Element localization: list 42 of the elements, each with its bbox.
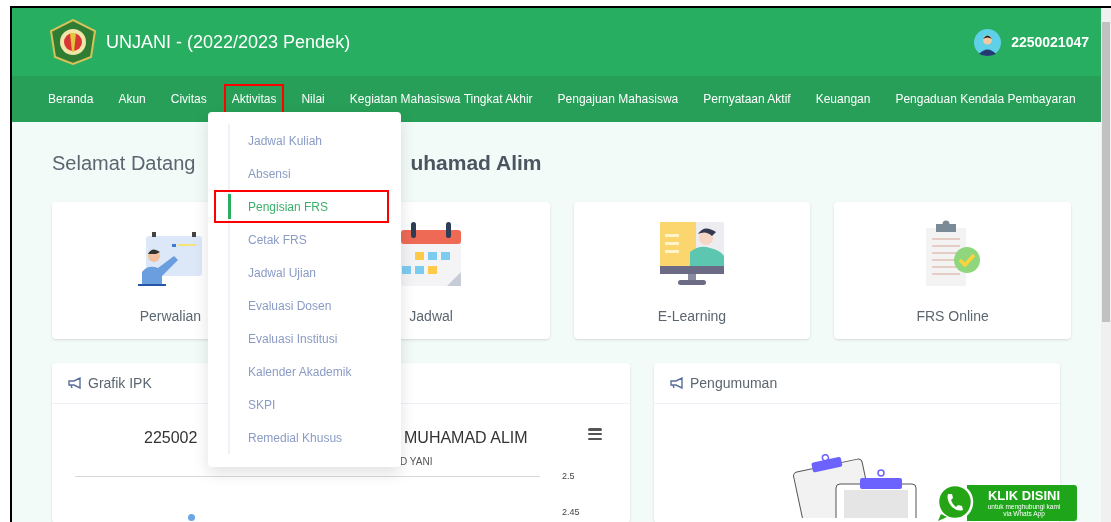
panel-title: Pengumuman (690, 373, 778, 393)
dropdown-item[interactable]: Absensi (208, 157, 401, 190)
clipboard-check-icon (925, 220, 980, 286)
user-avatar-icon[interactable] (974, 28, 1002, 56)
panel-title: Grafik IPK (88, 373, 152, 393)
megaphone-icon (670, 377, 684, 389)
nav-link[interactable]: Pengajuan Mahasiswa (549, 84, 687, 114)
teacher-whiteboard-icon (138, 232, 203, 286)
nav-link[interactable]: Beranda (40, 84, 102, 114)
menu-card[interactable]: FRS Online (834, 202, 1071, 339)
dropdown-item[interactable]: Jadwal Kuliah (208, 124, 401, 157)
university-emblem (48, 19, 98, 65)
card-label: E-Learning (657, 307, 727, 326)
phone-chat-icon[interactable] (935, 484, 975, 522)
nav-link[interactable]: Civitas (162, 84, 215, 114)
menu-card[interactable]: E-Learning (573, 202, 811, 339)
computer-lesson-icon (659, 222, 724, 286)
user-id[interactable]: 2250021047 (1011, 31, 1089, 53)
dropdown-item[interactable]: SKPI (208, 388, 401, 421)
axis-tick-label: 2.45 (562, 506, 580, 519)
megaphone-icon (68, 377, 82, 389)
nav-link[interactable]: Keuangan (807, 84, 879, 114)
dropdown-item[interactable]: Kalender Akademik (208, 355, 401, 388)
nav-link[interactable]: Pernyataan Aktif (695, 84, 799, 114)
chart-subtitle: D YANI (400, 455, 433, 469)
welcome-heading: uhamad Alim (410, 150, 542, 177)
chart-title: MUHAMAD ALIM (404, 428, 528, 448)
nav-link[interactable]: Kegiatan Mahasiswa Tingkat Akhir (341, 84, 541, 114)
nav-link[interactable]: Akun (110, 84, 154, 114)
card-label: Jadwal (409, 307, 453, 326)
menu-icon[interactable] (588, 428, 602, 440)
dropdown-item[interactable]: Remedial Khusus (208, 421, 401, 454)
nav-link[interactable]: Nilai (293, 84, 333, 114)
card-label: FRS Online (916, 307, 989, 326)
nav-link[interactable]: Pengaduan Kendala Pembayaran (887, 84, 1084, 114)
scrollbar[interactable] (1101, 8, 1111, 522)
card-label: Perwalian (139, 307, 202, 326)
welcome-heading: Selamat Datang (52, 151, 196, 176)
axis-tick-label: 2.5 (562, 470, 575, 483)
site-title: UNJANI - (2022/2023 Pendek) (106, 30, 351, 54)
data-point (188, 514, 195, 521)
chart-title: 225002 (144, 428, 198, 448)
